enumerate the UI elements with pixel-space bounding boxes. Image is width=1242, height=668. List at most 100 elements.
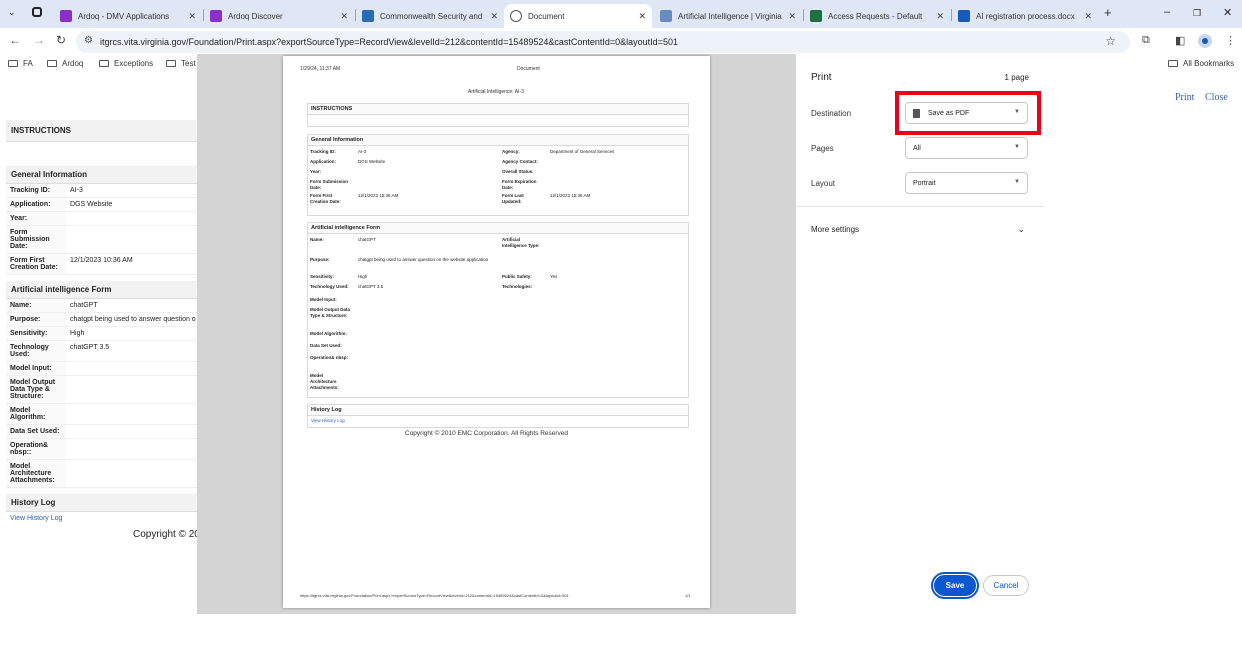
minimize-icon[interactable]: – <box>1164 6 1170 18</box>
close-link[interactable]: Close <box>1205 92 1228 103</box>
window-close-icon[interactable]: ✕ <box>1223 6 1232 19</box>
profile-avatar[interactable] <box>1198 34 1212 48</box>
ardoq-icon <box>210 10 222 22</box>
preview-heading: Artificial Intelligence: AI-3 <box>468 89 524 95</box>
background-form: INSTRUCTIONS General Information Trackin… <box>6 120 202 540</box>
address-bar[interactable]: ⚙ itgrcs.vita.virginia.gov/Foundation/Pr… <box>76 31 1130 53</box>
tab-ai-registration[interactable]: AI registration process.docx ✕ <box>952 4 1098 28</box>
bookmark-star-icon[interactable]: ☆ <box>1105 34 1116 48</box>
close-icon[interactable]: ✕ <box>936 11 944 22</box>
field-label: Name: <box>6 299 66 312</box>
layout-select[interactable]: Portrait ▼ <box>905 172 1028 194</box>
tab-ardoq-discover[interactable]: Ardoq Discover ✕ <box>204 4 354 28</box>
forward-icon[interactable]: → <box>33 33 45 47</box>
tab-commonwealth[interactable]: Commonwealth Security and R ✕ <box>356 4 504 28</box>
field-value <box>66 226 202 253</box>
field-label: Data Set Used: <box>6 425 66 438</box>
print-link[interactable]: Print <box>1175 92 1194 103</box>
preview-field-label: Agency Contact: <box>502 159 538 164</box>
restore-icon[interactable]: ❐ <box>1193 8 1201 19</box>
field-label: Technology Used: <box>6 341 66 361</box>
bg-instructions: INSTRUCTIONS <box>6 120 202 142</box>
cancel-button[interactable]: Cancel <box>983 575 1029 596</box>
destination-label: Destination <box>811 109 852 118</box>
tab-search-icon[interactable]: ⌄ <box>8 7 16 18</box>
close-icon[interactable]: ✕ <box>490 11 498 22</box>
field-label: Application: <box>6 198 66 211</box>
globe-icon <box>510 10 522 22</box>
print-dialog-title: Print <box>811 72 832 83</box>
site-settings-icon[interactable]: ⚙ <box>84 35 93 46</box>
preview-field-label: Form Expiration Date: <box>502 179 537 190</box>
extensions-icon[interactable]: ⧉ <box>1142 34 1150 47</box>
tab-ardoq-dmv[interactable]: Ardoq - DMV Applications ✕ <box>54 4 202 28</box>
bg-copyright: Copyright © 20 <box>133 529 200 540</box>
bookmark-ardoq[interactable]: Ardoq <box>47 59 83 68</box>
close-icon[interactable]: ✕ <box>788 11 796 22</box>
commonwealth-icon <box>362 10 374 22</box>
bg-general-row: Year: <box>6 212 202 226</box>
bookmark-test[interactable]: Test <box>166 59 196 68</box>
close-icon[interactable]: ✕ <box>638 11 646 22</box>
browser-toolbar: ← → ↻ ⚙ itgrcs.vita.virginia.gov/Foundat… <box>0 28 1242 56</box>
word-icon <box>958 10 970 22</box>
dropdown-caret-icon: ▼ <box>1014 179 1020 185</box>
new-tab-icon[interactable]: + <box>1104 5 1112 20</box>
close-icon[interactable]: ✕ <box>340 11 348 22</box>
profile-tab-icon[interactable] <box>32 7 42 17</box>
bg-ai-row: Name: chatGPT <box>6 299 202 313</box>
tab-strip: ⌄ Ardoq - DMV Applications ✕ Ardoq Disco… <box>0 0 1242 28</box>
preview-field-value: AI-3 <box>358 149 367 154</box>
print-dialog: Print 1 page Destination Save as PDF ▼ P… <box>796 56 1045 612</box>
all-bookmarks[interactable]: All Bookmarks <box>1168 59 1234 68</box>
preview-field-label: Overall Status: <box>502 169 534 174</box>
bg-ai-row: Model Architecture Attachments: <box>6 460 202 488</box>
bg-ai-row: Model Input: <box>6 362 202 376</box>
field-value <box>66 212 202 225</box>
close-icon[interactable]: ✕ <box>188 11 196 22</box>
field-label: Purpose: <box>6 313 66 326</box>
field-label: Form First Creation Date: <box>6 254 66 274</box>
more-settings-toggle[interactable]: More settings ⌄ <box>811 224 1029 239</box>
tab-ai-virginia[interactable]: Artificial Intelligence | Virginia ✕ <box>654 4 802 28</box>
back-icon[interactable]: ← <box>9 33 21 47</box>
bg-view-history-link[interactable]: View History Log <box>6 512 202 525</box>
bookmark-fa[interactable]: FA <box>8 59 33 68</box>
destination-highlight-box <box>895 91 1041 135</box>
field-value <box>66 460 202 487</box>
folder-icon <box>166 60 176 67</box>
reload-icon[interactable]: ↻ <box>56 33 66 47</box>
field-label: Model Input: <box>6 362 66 375</box>
side-panel-icon[interactable]: ◧ <box>1175 34 1185 47</box>
preview-date: 1/29/24, 11:37 AM <box>300 66 341 72</box>
field-label: Model Architecture Attachments: <box>6 460 66 487</box>
menu-icon[interactable]: ⋮ <box>1225 34 1236 47</box>
field-value: 12/1/2023 10:36 AM <box>70 257 133 264</box>
preview-field-value: Department of General Services <box>550 149 615 154</box>
preview-footer-page: 1/1 <box>685 593 691 598</box>
bg-general-row: Form First Creation Date: 12/1/2023 10:36… <box>6 254 202 275</box>
field-value <box>66 404 202 424</box>
bg-ai-row: Operation& nbsp:: <box>6 439 202 460</box>
preview-page: 1/29/24, 11:37 AM Document Artificial In… <box>283 56 710 608</box>
bg-ai-row: Model Algorithm: <box>6 404 202 425</box>
bookmark-exceptions[interactable]: Exceptions <box>99 59 153 68</box>
page-count: 1 page <box>1004 73 1029 82</box>
bg-ai-form: Artificial intelligence Form <box>6 281 202 299</box>
bg-general-info: General Information <box>6 166 202 184</box>
preview-instructions-box: INSTRUCTIONS <box>307 103 689 127</box>
preview-field-label: Form First Creation Date: <box>310 193 341 204</box>
preview-field-label: Model Algorithm: <box>310 331 347 336</box>
field-label: Tracking ID: <box>6 184 66 197</box>
field-value: chatgpt being used to answer question o <box>70 316 196 323</box>
field-value: chatGPT 3.5 <box>70 344 110 351</box>
tab-access-requests[interactable]: Access Requests - Default ✕ <box>804 4 950 28</box>
folder-icon <box>8 60 18 67</box>
field-label: Model Output Data Type & Structure: <box>6 376 66 403</box>
pages-select[interactable]: All ▼ <box>905 137 1028 159</box>
field-label: Sensitivity: <box>6 327 66 340</box>
close-icon[interactable]: ✕ <box>1084 11 1092 22</box>
field-value <box>66 425 202 438</box>
tab-document[interactable]: Document ✕ <box>504 4 652 28</box>
save-button[interactable]: Save <box>933 574 977 597</box>
